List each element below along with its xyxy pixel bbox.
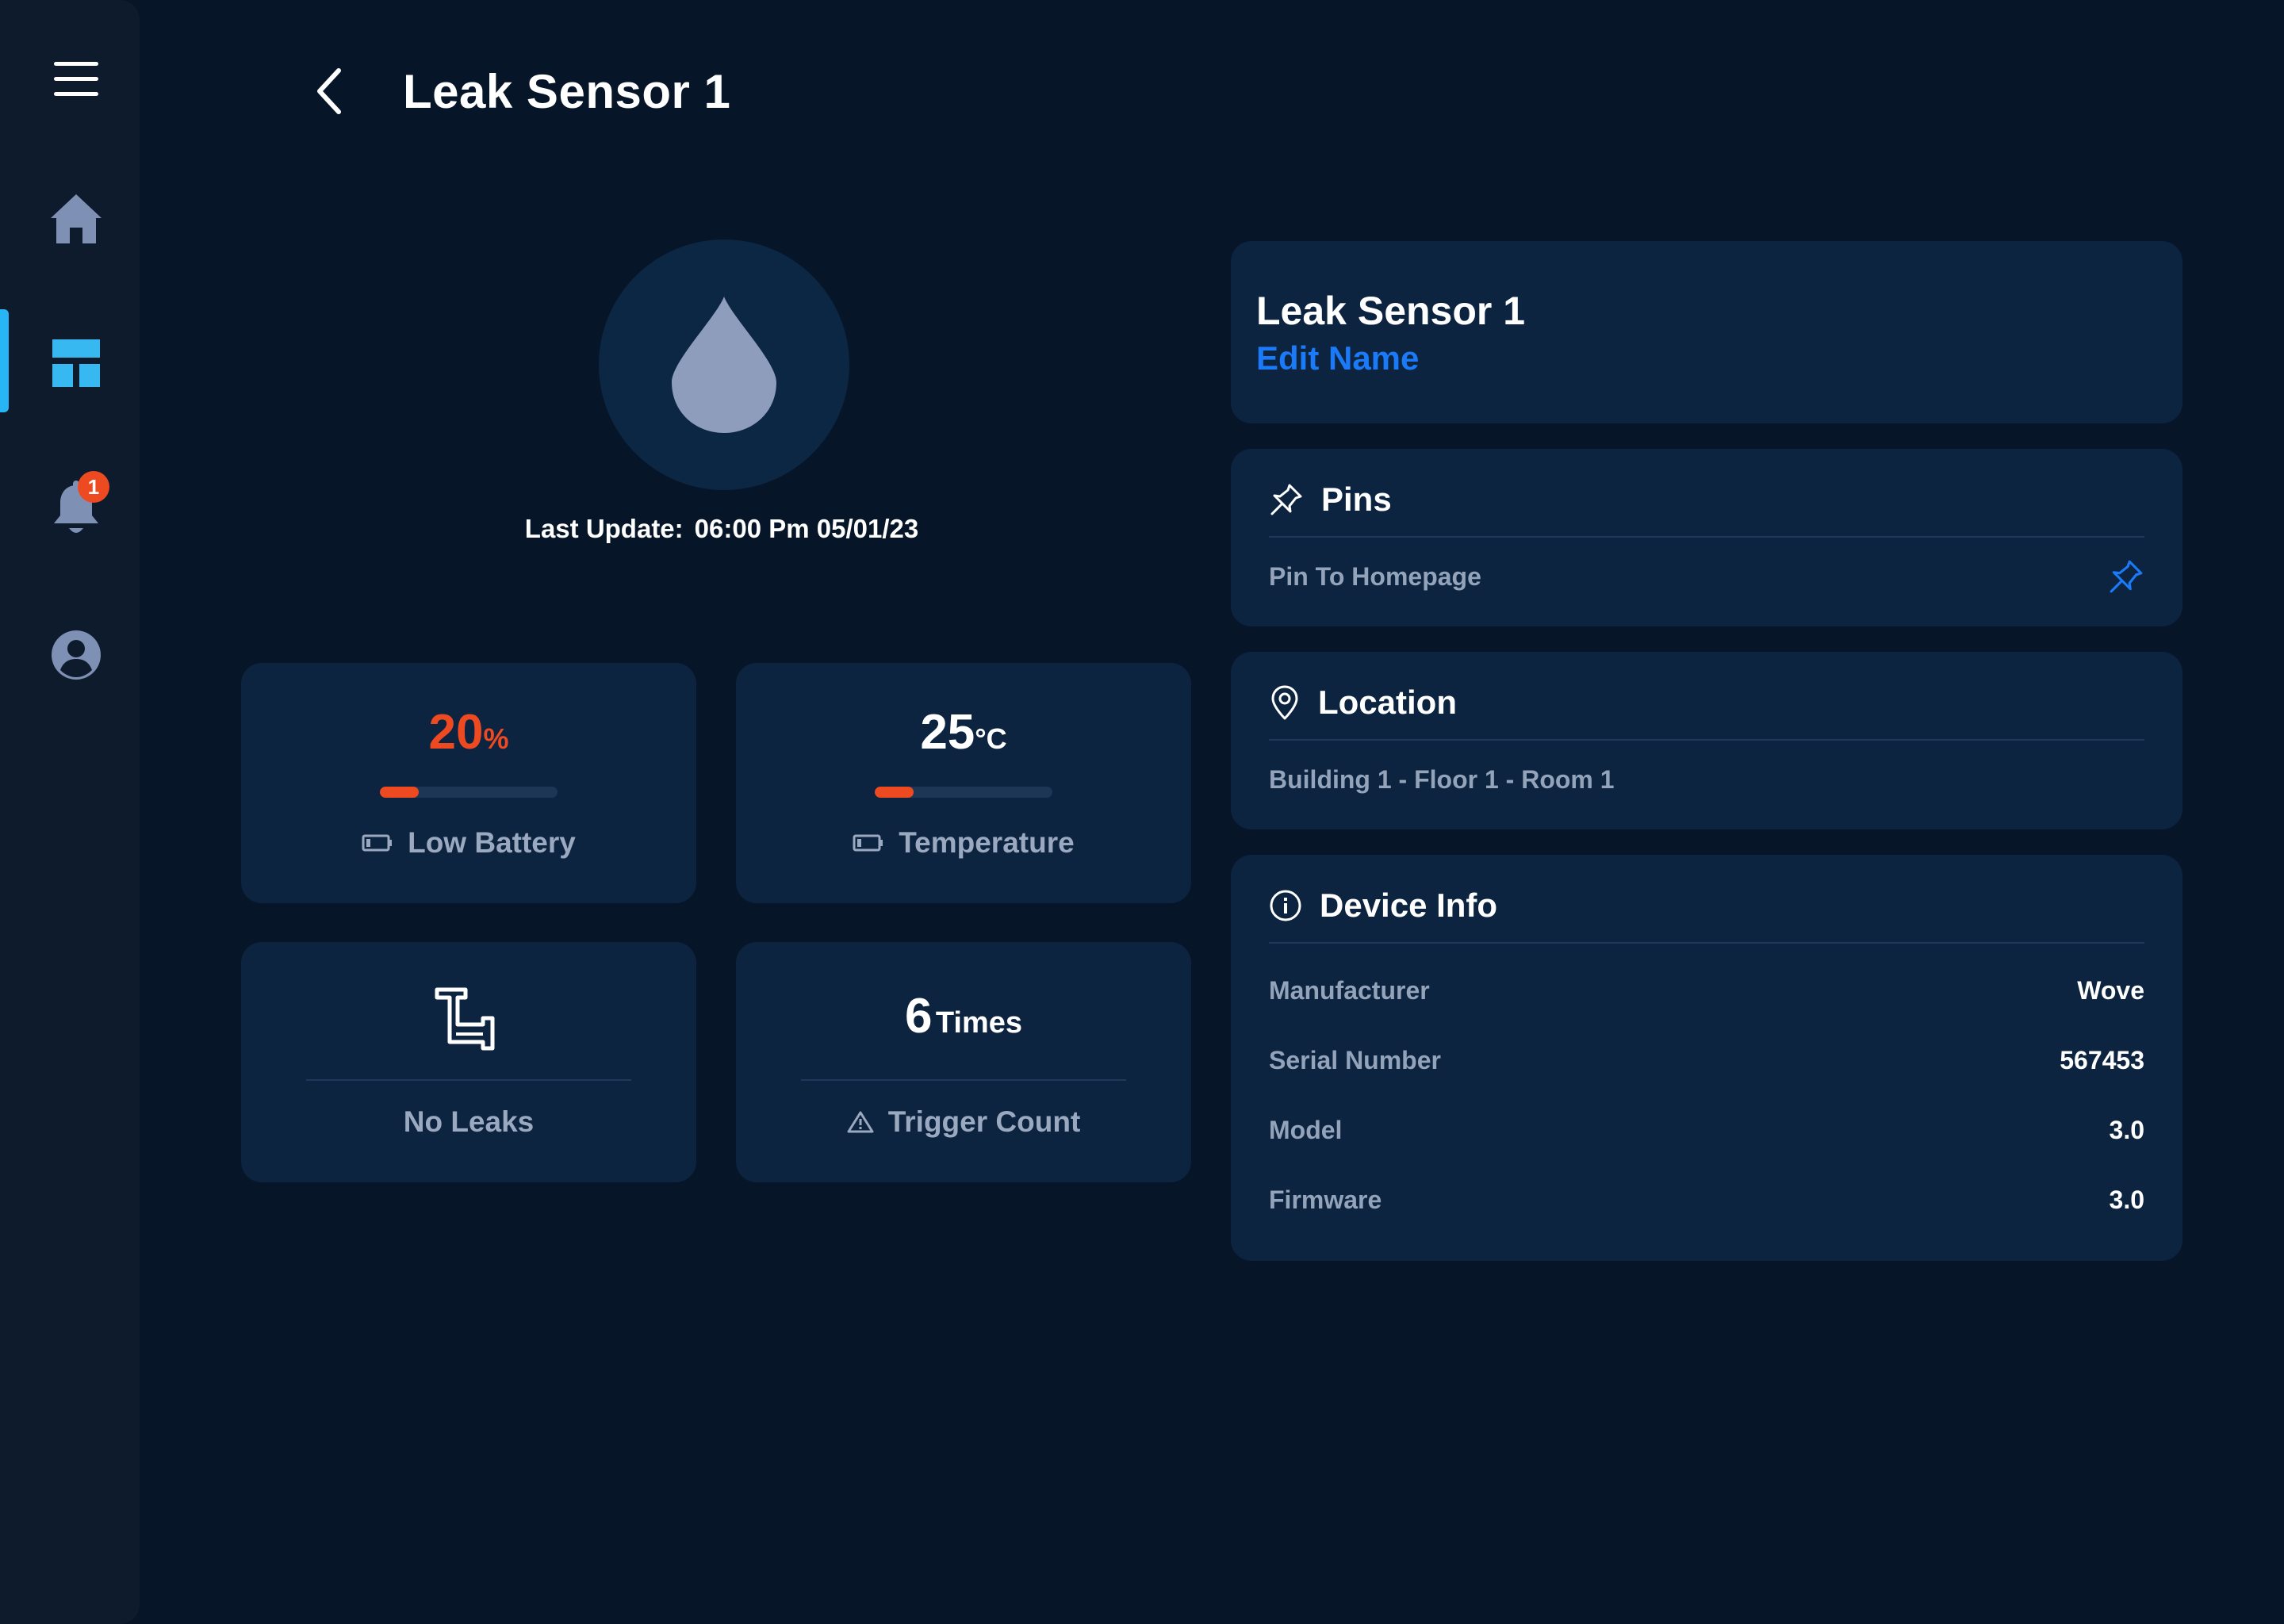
trigger-value-unit: Times (935, 1006, 1023, 1040)
page-title: Leak Sensor 1 (403, 65, 731, 118)
active-nav-indicator (0, 309, 9, 412)
edit-name-link[interactable]: Edit Name (1256, 336, 1419, 381)
sensor-avatar (599, 239, 849, 490)
home-icon (51, 194, 102, 243)
trigger-label: Trigger Count (736, 1105, 1191, 1139)
manufacturer-value: Wove (2077, 975, 2144, 1005)
info-icon (1270, 890, 1301, 921)
trigger-divider (801, 1079, 1126, 1081)
battery-value: 20% (241, 704, 696, 760)
temperature-progress-fill (875, 787, 914, 798)
temperature-value-unit: °C (975, 722, 1007, 755)
manufacturer-label: Manufacturer (1269, 975, 1430, 1005)
trigger-label-text: Trigger Count (887, 1105, 1081, 1138)
name-card: Leak Sensor 1 Edit Name (1231, 241, 2182, 423)
warning-icon (847, 1111, 874, 1133)
temperature-value: 25°C (736, 704, 1191, 760)
leaks-divider (306, 1079, 631, 1081)
device-info-row-firmware: Firmware 3.0 (1269, 1180, 2144, 1220)
temperature-value-number: 25 (920, 705, 975, 760)
nav-dashboard[interactable] (40, 327, 113, 400)
serial-number-label: Serial Number (1269, 1045, 1441, 1074)
location-divider (1269, 739, 2144, 741)
device-info-divider (1269, 942, 2144, 944)
serial-number-value: 567453 (2060, 1045, 2144, 1074)
back-button[interactable] (301, 63, 357, 119)
device-info-row-manufacturer: Manufacturer Wove (1269, 971, 2144, 1010)
location-title: Location (1318, 684, 1457, 721)
last-update-label: Last Update: (524, 514, 684, 543)
pins-divider (1269, 536, 2144, 538)
location-header: Location (1269, 684, 1457, 722)
trigger-card: 6 Times Trigger Count (736, 942, 1191, 1182)
temperature-label-text: Temperature (899, 826, 1075, 859)
leaks-label: No Leaks (403, 1105, 535, 1138)
temperature-card: 25°C Temperature (736, 663, 1191, 903)
water-drop-icon (672, 297, 776, 433)
menu-icon (54, 62, 98, 96)
device-info-card: Device Info Manufacturer Wove Serial Num… (1231, 855, 2182, 1261)
user-icon (52, 630, 101, 680)
location-row: Building 1 - Floor 1 - Room 1 (1269, 760, 2144, 799)
battery-card: 20% Low Battery (241, 663, 696, 903)
nav-notifications[interactable]: 1 (40, 471, 113, 546)
nav-profile[interactable] (40, 619, 113, 691)
pin-to-homepage-label: Pin To Homepage (1269, 561, 1481, 591)
device-info-row-model: Model 3.0 (1269, 1110, 2144, 1150)
location-card: Location Building 1 - Floor 1 - Room 1 (1231, 652, 2182, 829)
sidebar: 1 (0, 0, 140, 1624)
firmware-label: Firmware (1269, 1185, 1382, 1214)
battery-progress (380, 787, 558, 798)
model-label: Model (1269, 1115, 1343, 1144)
last-update: Last Update: 06:00 Pm 05/01/23 (444, 514, 999, 544)
location-pin-icon (1271, 685, 1298, 720)
battery-value-number: 20 (428, 705, 484, 760)
menu-button[interactable] (40, 43, 113, 116)
battery-progress-fill (380, 787, 420, 798)
battery-icon (362, 834, 393, 852)
device-name: Leak Sensor 1 (1256, 289, 1526, 333)
pin-icon (1270, 484, 1302, 515)
device-info-row-serial: Serial Number 567453 (1269, 1040, 2144, 1080)
thermometer-icon (853, 834, 883, 852)
pins-title: Pins (1321, 481, 1392, 518)
temperature-progress (875, 787, 1052, 798)
location-value: Building 1 - Floor 1 - Room 1 (1269, 764, 1615, 794)
device-info-header: Device Info (1269, 887, 1497, 925)
nav-home[interactable] (40, 182, 113, 255)
trigger-value-number: 6 (904, 989, 933, 1044)
battery-label: Low Battery (241, 826, 696, 860)
dashboard-icon (52, 339, 100, 387)
chevron-left-icon (317, 68, 341, 114)
last-update-value: 06:00 Pm 05/01/23 (694, 514, 919, 543)
pin-toggle-icon[interactable] (2108, 558, 2144, 595)
pins-header: Pins (1269, 481, 1392, 519)
pins-card: Pins Pin To Homepage (1231, 449, 2182, 626)
model-value: 3.0 (2109, 1115, 2144, 1144)
temperature-label: Temperature (736, 826, 1191, 860)
leaks-card: No Leaks (241, 942, 696, 1182)
battery-label-text: Low Battery (408, 826, 576, 859)
device-info-title: Device Info (1320, 887, 1498, 924)
trigger-value: 6 Times (736, 988, 1191, 1044)
firmware-value: 3.0 (2109, 1185, 2144, 1214)
pin-to-homepage-row: Pin To Homepage (1269, 557, 2144, 596)
notification-badge: 1 (78, 471, 109, 503)
pipe-icon (435, 987, 495, 1051)
battery-value-unit: % (483, 722, 509, 755)
